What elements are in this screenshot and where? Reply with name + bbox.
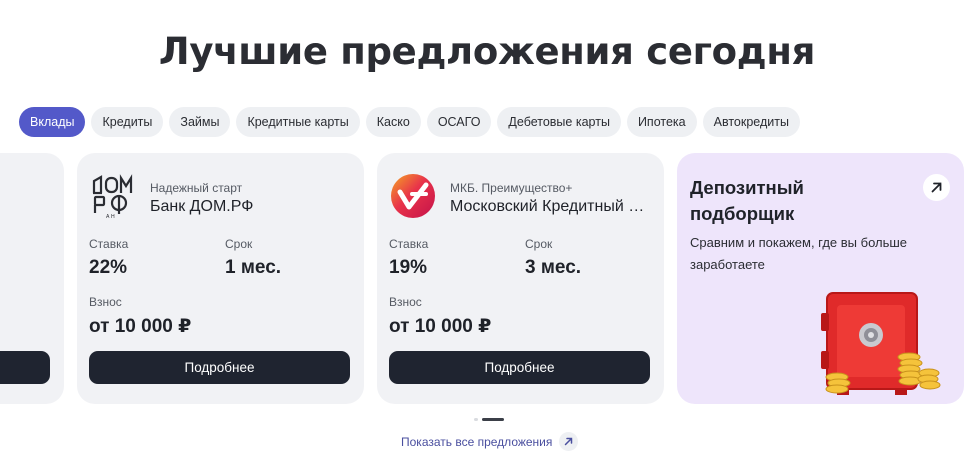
tab-ipoteka[interactable]: Ипотека <box>626 107 697 137</box>
product-name: Надежный старт <box>150 181 243 195</box>
tab-kasko[interactable]: Каско <box>365 107 421 137</box>
tab-vklady[interactable]: Вклады <box>19 107 86 137</box>
rate-label: Ставка <box>389 237 429 251</box>
carousel-dot[interactable] <box>474 418 478 421</box>
carousel-pagination <box>474 418 504 421</box>
show-all-offers-link[interactable]: Показать все предложения <box>401 432 579 451</box>
deposit-selector-card[interactable]: Депозитный подборщик Сравним и покажем, … <box>677 153 964 404</box>
product-name: МКБ. Преимущество+ <box>450 181 573 195</box>
page-title: Лучшие предложения сегодня <box>158 30 816 73</box>
promo-title: Депозитный подборщик <box>690 177 804 224</box>
bank-name: Банк ДОМ.РФ <box>150 198 254 215</box>
mkb-logo-icon <box>390 173 436 219</box>
deposit-label: Взнос <box>89 295 122 309</box>
offer-card[interactable]: А Н Надежный старт Банк ДОМ.РФ Ставка 22… <box>77 153 364 404</box>
bank-name: Московский Кредитный Банк <box>450 198 650 215</box>
deposit-value: от 10 000 ₽ <box>389 316 492 337</box>
more-button-previous[interactable] <box>0 351 50 384</box>
deposit-value: от 10 000 ₽ <box>89 316 192 337</box>
carousel-dot-active[interactable] <box>482 418 504 421</box>
promo-text: Сравним и покажем, где вы больше заработ… <box>690 235 908 272</box>
arrow-up-right-icon[interactable] <box>559 432 579 451</box>
tab-kreditnye-karty[interactable]: Кредитные карты <box>236 107 360 137</box>
category-tabs: Вклады Кредиты Займы Кредитные карты Кас… <box>19 107 800 137</box>
tab-zaimy[interactable]: Займы <box>169 107 231 137</box>
arrow-up-right-icon[interactable] <box>923 174 950 201</box>
term-value: 3 мес. <box>525 257 582 278</box>
term-value: 1 мес. <box>225 257 282 278</box>
deposit-label: Взнос <box>389 295 422 309</box>
show-all-label[interactable]: Показать все предложения <box>401 435 552 449</box>
rate-label: Ставка <box>89 237 129 251</box>
term-label: Срок <box>225 237 253 251</box>
rate-value: 22% <box>89 257 128 278</box>
tab-kredity[interactable]: Кредиты <box>91 107 164 137</box>
safe-with-coins-icon <box>807 285 947 399</box>
rate-value: 19% <box>389 257 428 278</box>
more-button[interactable]: Подробнее <box>89 351 350 384</box>
tab-avtokredity[interactable]: Автокредиты <box>702 107 800 137</box>
tab-osago[interactable]: ОСАГО <box>426 107 492 137</box>
term-label: Срок <box>525 237 553 251</box>
svg-text:А Н: А Н <box>106 214 115 219</box>
more-button[interactable]: Подробнее <box>389 351 650 384</box>
dom-rf-logo-icon: А Н <box>90 173 136 220</box>
offer-card-previous[interactable] <box>0 153 64 404</box>
tab-debetovye-karty[interactable]: Дебетовые карты <box>497 107 621 137</box>
offer-card[interactable]: МКБ. Преимущество+ Московский Кредитный … <box>377 153 664 404</box>
